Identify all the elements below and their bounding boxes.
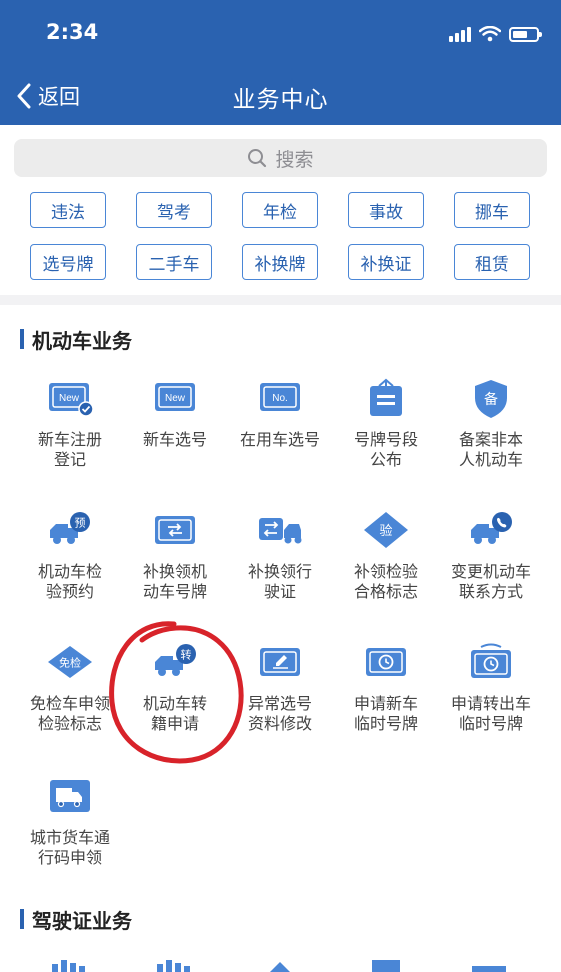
plate-exchange-icon [155,516,195,544]
plate-announcement-icon [370,378,402,416]
page-title: 业务中心 [232,87,329,113]
filing-shield-icon: 备 [475,380,507,418]
tag-annual-inspection[interactable]: 年检 [242,192,318,228]
no-plate-icon: No. [260,383,300,411]
grid-item-label: 异常选号 资料修改 [247,694,312,733]
tag-driving-test[interactable]: 驾考 [136,192,212,228]
svg-text:New: New [59,393,80,404]
grid-item-exempt-inspection[interactable]: 免检 免检车申领 检验标志 [17,642,123,734]
grid-item-new-registration[interactable]: New 新车注册 登记 [17,378,123,470]
contact-change-icon [471,512,512,544]
section-label: 机动车业务 [32,328,132,353]
grid-item-label: 免检车申领 检验标志 [29,694,110,733]
tag-violation[interactable]: 违法 [30,192,106,228]
search-input[interactable]: 搜索 [14,139,547,177]
grid-item-label: 申请新车 临时号牌 [353,694,418,733]
tag-replace-license[interactable]: 补换证 [348,244,424,280]
svg-text:No.: No. [272,393,288,404]
svg-text:备: 备 [484,391,498,408]
grid-item-label: 新车选号 [142,430,207,449]
grid-item-label: 补换领机 动车号牌 [142,562,207,601]
temp-plate-out-icon [471,643,511,678]
wifi-icon [479,26,501,42]
new-registration-icon: New [49,383,94,417]
search-icon [248,149,267,168]
search-area: 搜索 [0,125,561,185]
section-title-vehicle: 机动车业务 [20,326,132,353]
quick-tags-row-2: 选号牌 二手车 补换牌 补换证 租赁 [0,244,561,284]
svg-text:转: 转 [181,648,192,662]
section-divider [0,295,561,305]
grid-item-plate-exchange[interactable]: 补换领机 动车号牌 [122,510,228,602]
section-marker [20,329,24,349]
quick-tags-row-1: 违法 驾考 年检 事故 挪车 [0,192,561,232]
new-plate-icon: New [155,383,195,411]
section-marker [20,909,24,929]
exempt-inspection-icon: 免检 [48,646,92,678]
temp-plate-icon [366,648,406,676]
grid-item-label: 变更机动车 联系方式 [450,562,531,601]
grid-item-label: 补领检验 合格标志 [353,562,418,601]
tag-rental[interactable]: 租赁 [454,244,530,280]
grid-item-label: 机动车转 籍申请 [142,694,207,733]
grid-item-contact-change[interactable]: 变更机动车 联系方式 [438,510,544,602]
grid-item-new-temp-plate[interactable]: 申请新车 临时号牌 [333,642,439,734]
svg-text:New: New [165,393,186,404]
tag-used-car[interactable]: 二手车 [136,244,212,280]
truck-pass-icon [50,780,90,812]
transfer-icon: 转 [155,644,196,676]
grid-item-filing-vehicle[interactable]: 备 备案非本 人机动车 [438,378,544,470]
grid-item-inspection-booking[interactable]: 预 机动车检 验预约 [17,510,123,602]
svg-text:预: 预 [75,517,86,530]
grid-item-label: 补换领行 驶证 [247,562,312,601]
driver-section-icons-partial [0,956,561,972]
battery-icon [509,26,542,42]
license-exchange-icon [259,518,302,544]
status-bar: 2:34 [0,0,561,64]
grid-item-label: 号牌号段 公布 [353,430,418,469]
status-time: 2:34 [46,20,99,44]
grid-item-abnormal-plate-edit[interactable]: 异常选号 资料修改 [227,642,333,734]
grid-item-plate-announcement[interactable]: 号牌号段 公布 [333,378,439,470]
grid-item-license-exchange[interactable]: 补换领行 驶证 [227,510,333,602]
section-label: 驾驶证业务 [32,908,132,933]
partial-icon-row [52,960,506,972]
grid-item-transfer-application[interactable]: 转 机动车转 籍申请 [122,642,228,734]
grid-item-label: 申请转出车 临时号牌 [450,694,531,733]
tag-move-car[interactable]: 挪车 [454,192,530,228]
grid-item-inspection-mark[interactable]: 验 补领检验 合格标志 [333,510,439,602]
grid-item-label: 城市货车通 行码申领 [29,828,110,867]
search-placeholder: 搜索 [275,148,314,171]
svg-text:免检: 免检 [59,656,81,670]
section-title-driver: 驾驶证业务 [20,906,132,933]
grid-item-label: 机动车检 验预约 [37,562,102,601]
inspection-booking-icon: 预 [50,512,90,544]
grid-item-transfer-out-temp-plate[interactable]: 申请转出车 临时号牌 [438,642,544,734]
tag-accident[interactable]: 事故 [348,192,424,228]
grid-item-new-plate[interactable]: New 新车选号 [122,378,228,450]
grid-item-truck-pass[interactable]: 城市货车通 行码申领 [17,776,123,868]
tag-select-plate[interactable]: 选号牌 [30,244,106,280]
app-header: 2:34 返回 业务中心 [0,0,561,125]
grid-item-label: 新车注册 登记 [37,430,102,469]
edit-plate-icon [260,648,300,676]
signal-icon [449,26,471,42]
svg-text:验: 验 [379,523,392,539]
grid-item-in-use-plate[interactable]: No. 在用车选号 [227,378,333,450]
grid-item-label: 在用车选号 [239,430,320,449]
inspection-mark-icon: 验 [364,512,408,548]
nav-bar: 返回 业务中心 [0,64,561,125]
grid-item-label: 备案非本 人机动车 [458,430,523,469]
tag-replace-plate[interactable]: 补换牌 [242,244,318,280]
status-icons [449,24,542,44]
